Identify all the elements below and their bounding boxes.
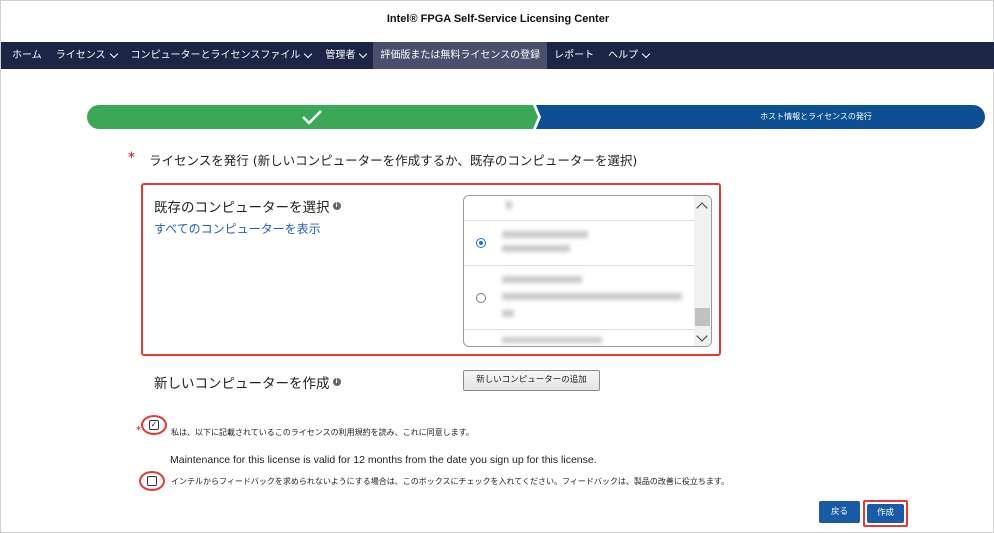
main-nav: ホーム ライセンス コンピューターとライセンスファイル 管理者 評価版または無料ライセン… <box>1 42 994 69</box>
list-item[interactable] <box>464 330 694 346</box>
nav-item[interactable]: 評価版または無料ライセンスの登録 <box>373 42 548 69</box>
list-item[interactable] <box>464 196 694 221</box>
maintenance-text: Maintenance for this license is valid fo… <box>170 454 597 466</box>
nav-item-label: ヘルプ <box>608 50 639 61</box>
agree-checkbox[interactable]: ✓ <box>149 420 159 430</box>
computer-radio-selected[interactable] <box>476 238 486 248</box>
redacted-text <box>502 231 588 238</box>
redacted-text <box>502 293 682 300</box>
redacted-text <box>506 201 512 209</box>
scroll-up-icon[interactable] <box>696 202 708 214</box>
nav-item-label: レポート <box>554 50 595 61</box>
list-item[interactable] <box>464 221 694 266</box>
list-item[interactable] <box>464 266 694 330</box>
back-button[interactable]: 戻る <box>819 501 860 523</box>
new-computer-label-text: 新しいコンピューターを作成 <box>154 376 330 392</box>
nav-item-label: ライセンス <box>55 50 106 61</box>
progress-bar: ホスト情報とライセンスの発行 <box>87 105 985 129</box>
scroll-thumb[interactable] <box>695 308 710 326</box>
create-button-highlight: 作成 <box>863 500 908 527</box>
chevron-down-icon <box>304 49 313 58</box>
nav-item-label: コンピューターとライセンスファイル <box>130 50 301 61</box>
agree-text: 私は、以下に記載されているこのライセンスの利用規約を読み、これに同意します。 <box>171 428 474 437</box>
info-icon[interactable]: i <box>332 378 341 386</box>
nav-item-label: 管理者 <box>325 50 356 61</box>
show-all-computers-link[interactable]: すべてのコンピューターを表示 <box>154 220 321 237</box>
issue-license-label: ライセンスを発行 (新しいコンピューターを作成するか、既存のコンピューターを選択… <box>149 153 638 168</box>
nav-item[interactable]: 管理者 <box>318 42 373 69</box>
scroll-down-icon[interactable] <box>696 330 708 342</box>
redacted-text <box>502 310 514 317</box>
info-icon[interactable]: i <box>332 202 341 210</box>
computer-listbox[interactable] <box>463 195 712 347</box>
chevron-down-icon <box>109 49 118 58</box>
new-computer-label: 新しいコンピューターを作成 i <box>154 372 341 392</box>
nav-item[interactable]: ライセンス <box>49 42 124 69</box>
chevron-down-icon <box>641 49 651 58</box>
listbox-scrollbar[interactable] <box>694 196 711 346</box>
chevron-down-icon <box>359 49 368 58</box>
computer-radio[interactable] <box>476 293 486 303</box>
existing-computer-label-text: 既存のコンピューターを選択 <box>154 200 330 216</box>
existing-computer-label: 既存のコンピューターを選択 i <box>154 196 341 216</box>
nav-item[interactable]: ホーム <box>5 42 49 69</box>
feedback-checkbox[interactable] <box>147 476 157 486</box>
step1-segment <box>87 105 538 129</box>
nav-item[interactable]: ヘルプ <box>601 42 656 69</box>
page-title: Intel® FPGA Self-Service Licensing Cente… <box>386 13 610 25</box>
create-button[interactable]: 作成 <box>867 504 904 523</box>
nav-item-label: 評価版または無料ライセンスの登録 <box>380 50 541 61</box>
nav-item-label: ホーム <box>12 50 42 61</box>
redacted-text <box>502 245 570 252</box>
redacted-text <box>502 337 602 343</box>
feedback-text: インテルからフィードバックを求められないようにする場合は、このボックスにチェック… <box>171 477 730 486</box>
add-computer-button[interactable]: 新しいコンピューターの追加 <box>463 370 600 391</box>
nav-item[interactable]: コンピューターとライセンスファイル <box>124 42 319 69</box>
required-asterisk: * <box>128 150 135 166</box>
redacted-text <box>502 276 582 283</box>
step2-label: ホスト情報とライセンスの発行 <box>760 112 872 121</box>
nav-item[interactable]: レポート <box>547 42 601 69</box>
